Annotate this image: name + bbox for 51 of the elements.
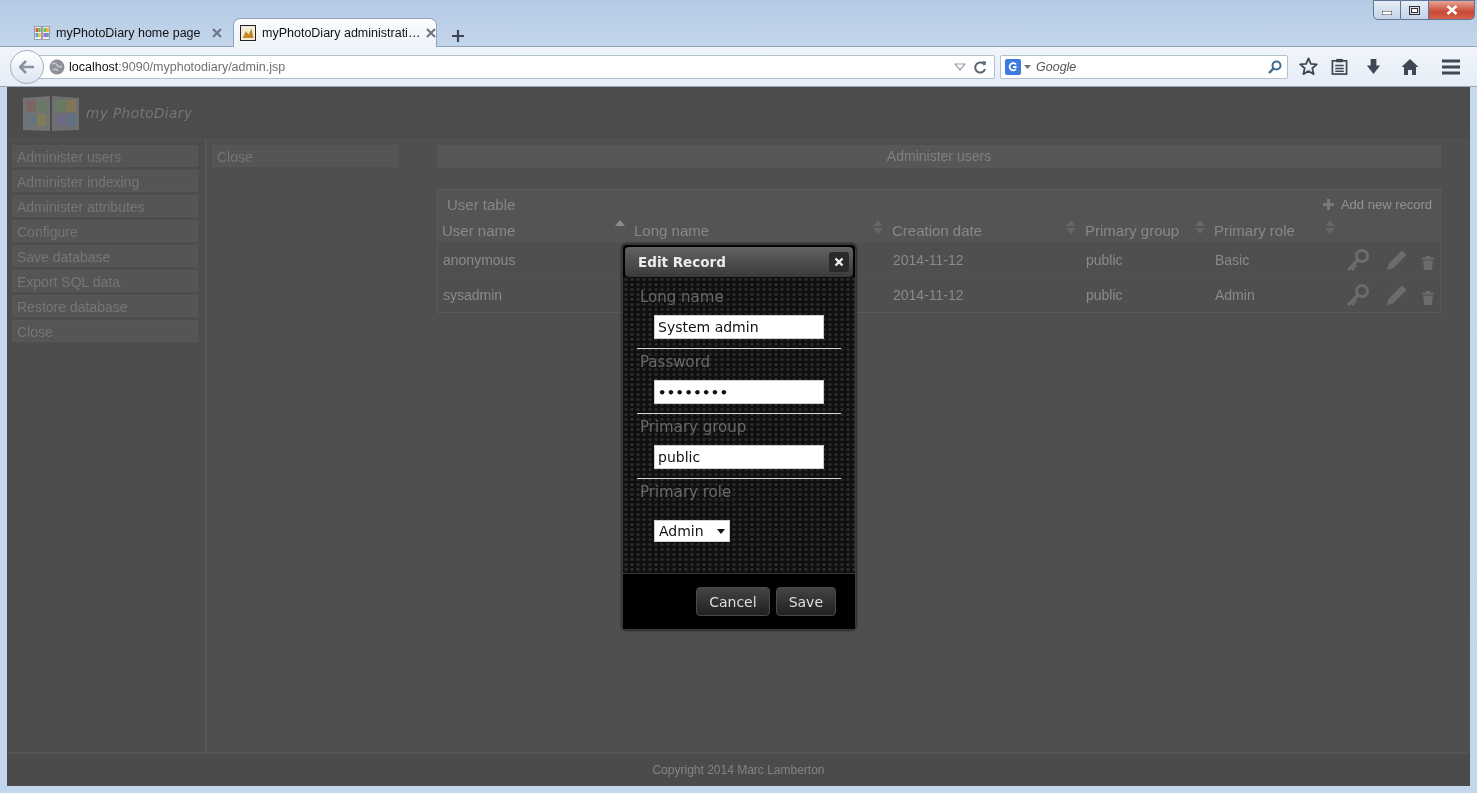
copyright-text: Copyright 2014 Marc Lamberton [652,763,825,777]
save-button[interactable]: Save [775,587,836,616]
add-record-link[interactable]: Add new record [1322,196,1432,212]
star-icon[interactable] [1299,57,1318,76]
download-icon[interactable] [1365,58,1382,75]
close-icon [834,257,844,267]
book-logo-icon [22,94,80,132]
table-cell-text: public [1085,286,1124,305]
browser-tab[interactable]: myPhotoDiary administrati… [233,18,437,47]
text-field[interactable]: System admin [654,315,824,339]
reading-list-icon[interactable] [1331,58,1348,75]
table-cell-text: 2014-11-12 [892,251,965,270]
table-cell-text: public [1085,251,1124,270]
select-field[interactable]: Admin [654,520,730,542]
close-icon[interactable] [212,28,222,38]
cancel-button[interactable]: Cancel [696,587,770,616]
password-field[interactable]: •••••••• [654,380,824,404]
picture-icon [240,25,256,41]
text-field[interactable]: public [654,445,824,469]
search-icon[interactable] [1268,59,1282,74]
home-icon[interactable] [1401,57,1419,76]
field-label: Primary group [639,417,748,437]
close-button[interactable] [829,252,849,272]
close-icon [1445,5,1458,15]
field-label: Primary role [639,482,733,502]
table-cell-text: sysadmin [442,286,504,305]
globe-icon [49,58,65,75]
search-field[interactable]: Google [1000,54,1288,79]
dialog-title: Edit Record [638,254,726,270]
field-label: Password [639,352,712,372]
field-label: Long name [639,287,725,307]
menu-icon[interactable] [1442,58,1460,75]
back-arrow-icon [19,59,35,74]
plus-icon[interactable] [452,30,464,42]
book-icon [34,25,50,41]
browser-tab[interactable]: myPhotoDiary home page [27,18,231,47]
minimize-icon [1382,11,1392,15]
maximize-button[interactable] [1401,0,1429,20]
back-button[interactable] [10,49,44,84]
caret-icon [717,528,725,534]
reload-icon[interactable] [973,59,987,74]
maximize-icon [1409,5,1420,15]
plus-icon [1322,198,1334,210]
table-cell-text: Admin [1214,286,1256,305]
table-cell-text: 2014-11-12 [892,286,965,305]
table-cell-text: Basic [1214,251,1251,270]
close-icon[interactable] [426,28,437,38]
caret-icon[interactable] [1024,64,1031,69]
minimize-button[interactable] [1373,0,1401,20]
table-cell-text: anonymous [442,251,517,270]
dropdown-icon[interactable] [954,62,966,71]
